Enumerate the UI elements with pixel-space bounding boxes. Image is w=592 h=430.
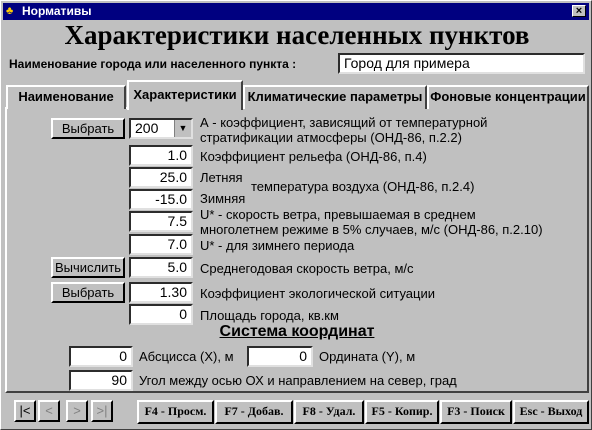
window-title: Нормативы	[22, 4, 92, 18]
copy-button[interactable]: F5 - Копир.	[365, 400, 439, 424]
temp-desc-label: температура воздуха (ОНД-86, п.2.4)	[251, 179, 475, 194]
angle-label: Угол между осью ОХ и направлением на сев…	[139, 373, 457, 388]
select-a-button[interactable]: Выбрать	[51, 118, 125, 139]
winter-wind-field[interactable]: 7.0	[129, 234, 193, 255]
relief-coefficient-field[interactable]: 1.0	[129, 145, 193, 166]
eco-label: Коэффициент экологической ситуации	[200, 286, 436, 301]
close-button[interactable]: ×	[572, 5, 586, 17]
main-window: ♣ Нормативы × Характеристики населенных …	[0, 0, 592, 430]
add-button[interactable]: F7 - Добав.	[215, 400, 293, 424]
title-bar: ♣ Нормативы ×	[3, 3, 589, 20]
nav-last-button[interactable]: >|	[91, 400, 113, 422]
city-name-field[interactable]: Город для примера	[338, 53, 585, 74]
search-button[interactable]: F3 - Поиск	[440, 400, 512, 424]
relief-label: Коэффициент рельефа (ОНД-86, п.4)	[200, 149, 427, 164]
delete-button[interactable]: F8 - Удал.	[294, 400, 364, 424]
tab-climate-params[interactable]: Климатические параметры	[243, 85, 427, 109]
wind-desc-line2: многолетнем режиме в 5% случаев, м/с (ОН…	[200, 222, 543, 237]
city-area-field[interactable]: 0	[129, 304, 193, 325]
dropdown-arrow-icon[interactable]: ▼	[174, 120, 191, 137]
app-icon: ♣	[6, 5, 14, 17]
avg-wind-field[interactable]: 5.0	[129, 257, 193, 278]
a-desc-line1: А - коэффициент, зависящий от температур…	[200, 115, 488, 130]
view-button[interactable]: F4 - Просм.	[137, 400, 214, 424]
winter-label: Зимняя	[200, 191, 246, 206]
summer-label: Летняя	[200, 170, 243, 185]
tab-characteristics[interactable]: Характеристики	[127, 80, 243, 110]
city-label: Наименование города или населенного пунк…	[9, 57, 297, 71]
winter-temp-field[interactable]: -15.0	[129, 189, 193, 210]
nav-prev-button[interactable]: <	[38, 400, 60, 422]
nav-first-button[interactable]: |<	[14, 400, 36, 422]
a-desc-line2: стратификации атмосферы (ОНД-86, п.2.2)	[200, 130, 462, 145]
ordinate-field[interactable]: 0	[247, 346, 313, 367]
a-coefficient-select[interactable]: 200 ▼	[129, 118, 193, 139]
select-eco-button[interactable]: Выбрать	[51, 282, 125, 303]
angle-field[interactable]: 90	[69, 370, 133, 391]
a-coefficient-value: 200	[135, 120, 159, 136]
abscissa-label: Абсцисса (X), м	[139, 349, 234, 364]
area-label: Площадь города, кв.км	[200, 308, 339, 323]
page-title: Характеристики населенных пунктов	[64, 20, 530, 50]
exit-button[interactable]: Esc - Выход	[513, 400, 589, 424]
eco-coefficient-field[interactable]: 1.30	[129, 282, 193, 303]
avg-wind-label: Среднегодовая скорость ветра, м/с	[200, 261, 414, 276]
summer-temp-field[interactable]: 25.0	[129, 167, 193, 188]
calculate-button[interactable]: Вычислить	[51, 257, 125, 278]
wind-desc-line1: U* - скорость ветра, превышаемая в средн…	[200, 207, 476, 222]
winter-wind-label: U* - для зимнего периода	[200, 238, 355, 253]
tab-naming[interactable]: Наименование	[6, 85, 126, 109]
coord-system-title: Система координат	[219, 323, 375, 340]
nav-next-button[interactable]: >	[66, 400, 88, 422]
tab-background-conc[interactable]: Фоновые концентрации	[427, 85, 589, 109]
wind-speed-field[interactable]: 7.5	[129, 211, 193, 232]
abscissa-field[interactable]: 0	[69, 346, 133, 367]
ordinate-label: Ордината (Y), м	[319, 349, 416, 364]
